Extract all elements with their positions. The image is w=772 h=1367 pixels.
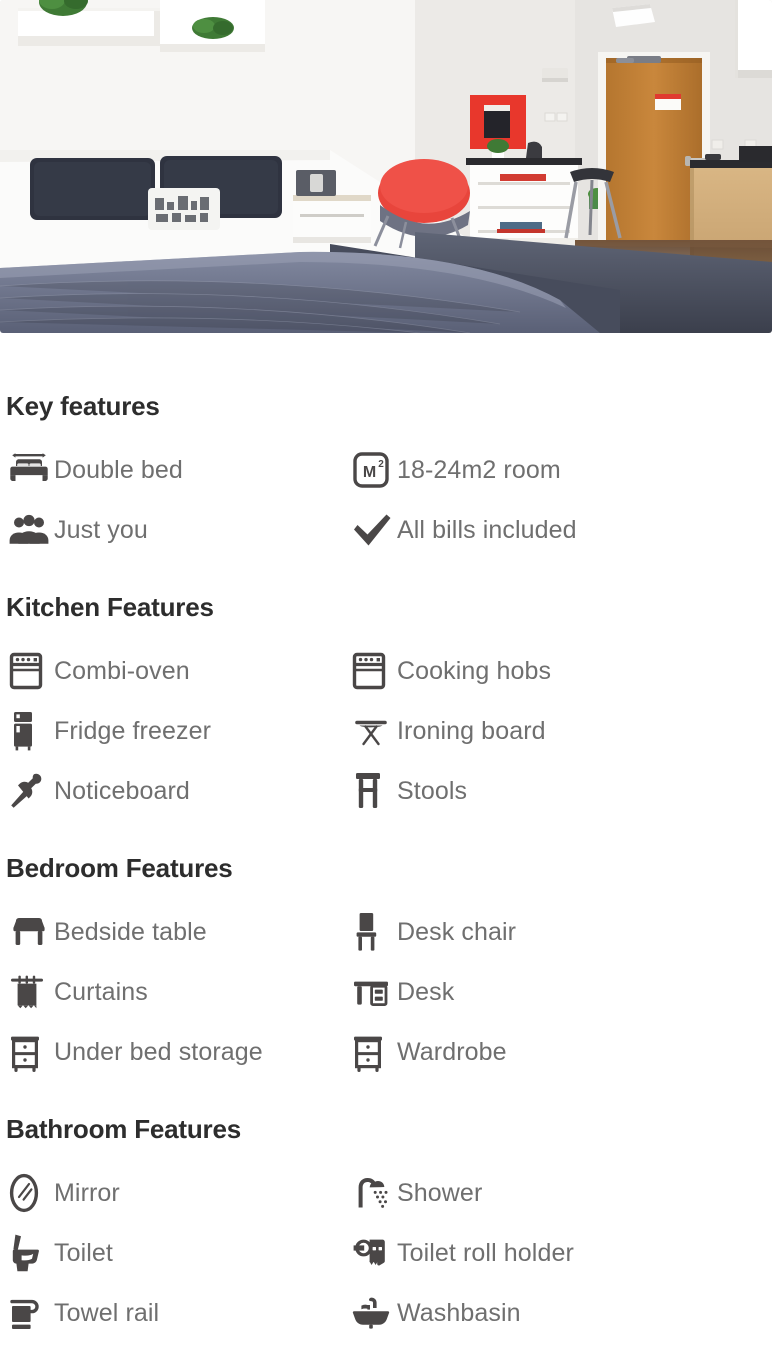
toilet-roll-holder-icon <box>351 1231 397 1275</box>
feature-label: Just you <box>54 515 148 544</box>
feature-desk-chair: Desk chair <box>351 902 766 962</box>
feature-label: Fridge freezer <box>54 716 212 745</box>
desk-icon <box>351 970 397 1014</box>
feature-label: Under bed storage <box>54 1037 263 1066</box>
pushpin-icon <box>8 769 54 813</box>
bedside-table-icon <box>8 910 54 954</box>
feature-label: Towel rail <box>54 1298 160 1327</box>
feature-label: Noticeboard <box>54 776 190 805</box>
feature-noticeboard: Noticeboard <box>6 761 351 821</box>
feature-cooking-hobs: Cooking hobs <box>351 641 766 701</box>
section-bedroom-features: Bedroom Features Bedside table Desk chai… <box>6 821 766 1082</box>
feature-grid-bedroom-features: Bedside table Desk chair Curtains Desk U… <box>6 902 766 1082</box>
feature-stools: Stools <box>351 761 766 821</box>
feature-ironing-board: Ironing board <box>351 701 766 761</box>
washbasin-icon <box>351 1291 397 1335</box>
feature-grid-bathroom-features: Mirror Shower Toilet Toilet roll holder … <box>6 1163 766 1343</box>
section-title-bathroom-features: Bathroom Features <box>6 1114 241 1144</box>
feature-label: Toilet <box>54 1238 113 1267</box>
oven-icon <box>8 649 54 693</box>
svg-text:M: M <box>363 464 376 481</box>
wardrobe-icon <box>351 1030 397 1074</box>
feature-label: Bedside table <box>54 917 207 946</box>
section-bathroom-features: Bathroom Features Mirror Shower Toilet T… <box>6 1082 766 1343</box>
square-metre-icon: M 2 <box>351 448 397 492</box>
feature-room-size: M 2 18-24m2 room <box>351 440 766 500</box>
feature-label: Washbasin <box>397 1298 521 1327</box>
feature-occupancy: Just you <box>6 500 351 560</box>
feature-label: Shower <box>397 1178 483 1207</box>
section-title-key-features: Key features <box>6 391 160 421</box>
feature-label: Toilet roll holder <box>397 1238 574 1267</box>
feature-wardrobe: Wardrobe <box>351 1022 766 1082</box>
section-key-features: Key features Double bed M 2 18-24m2 room… <box>6 333 766 560</box>
feature-grid-key-features: Double bed M 2 18-24m2 room Just you All… <box>6 440 766 560</box>
feature-label: Desk chair <box>397 917 517 946</box>
cooking-hobs-icon <box>351 649 397 693</box>
section-title-kitchen-features: Kitchen Features <box>6 592 214 622</box>
feature-label: Ironing board <box>397 716 546 745</box>
feature-label: Combi-oven <box>54 656 190 685</box>
feature-mirror: Mirror <box>6 1163 351 1223</box>
check-mark-icon <box>351 508 397 552</box>
stool-icon <box>351 769 397 813</box>
toilet-icon <box>8 1231 54 1275</box>
feature-label: Mirror <box>54 1178 120 1207</box>
feature-label: Double bed <box>54 455 183 484</box>
studio-room-photo <box>0 0 772 333</box>
towel-rail-icon <box>8 1291 54 1335</box>
feature-under-bed-storage: Under bed storage <box>6 1022 351 1082</box>
feature-label: Stools <box>397 776 468 805</box>
feature-toilet-roll-holder: Toilet roll holder <box>351 1223 766 1283</box>
curtains-icon <box>8 970 54 1014</box>
section-title-bedroom-features: Bedroom Features <box>6 853 233 883</box>
room-illustration <box>0 0 772 333</box>
shower-icon <box>351 1171 397 1215</box>
under-bed-storage-icon <box>8 1030 54 1074</box>
feature-label: Cooking hobs <box>397 656 552 685</box>
feature-double-bed: Double bed <box>6 440 351 500</box>
feature-combi-oven: Combi-oven <box>6 641 351 701</box>
feature-towel-rail: Towel rail <box>6 1283 351 1343</box>
feature-label: Curtains <box>54 977 148 1006</box>
ironing-board-icon <box>351 709 397 753</box>
desk-chair-icon <box>351 910 397 954</box>
feature-bills: All bills included <box>351 500 766 560</box>
feature-bedside-table: Bedside table <box>6 902 351 962</box>
feature-label: All bills included <box>397 515 577 544</box>
svg-text:2: 2 <box>378 459 384 470</box>
feature-washbasin: Washbasin <box>351 1283 766 1343</box>
feature-fridge-freezer: Fridge freezer <box>6 701 351 761</box>
feature-curtains: Curtains <box>6 962 351 1022</box>
feature-shower: Shower <box>351 1163 766 1223</box>
feature-desk: Desk <box>351 962 766 1022</box>
fridge-freezer-icon <box>8 709 54 753</box>
features-content: Key features Double bed M 2 18-24m2 room… <box>0 333 772 1343</box>
feature-label: 18-24m2 room <box>397 455 561 484</box>
feature-label: Desk <box>397 977 455 1006</box>
feature-toilet: Toilet <box>6 1223 351 1283</box>
people-group-icon <box>8 508 54 552</box>
feature-grid-kitchen-features: Combi-oven Cooking hobs Fridge freezer I… <box>6 641 766 821</box>
double-bed-icon <box>8 448 54 492</box>
mirror-icon <box>8 1171 54 1215</box>
feature-label: Wardrobe <box>397 1037 507 1066</box>
section-kitchen-features: Kitchen Features Combi-oven Cooking hobs… <box>6 560 766 821</box>
